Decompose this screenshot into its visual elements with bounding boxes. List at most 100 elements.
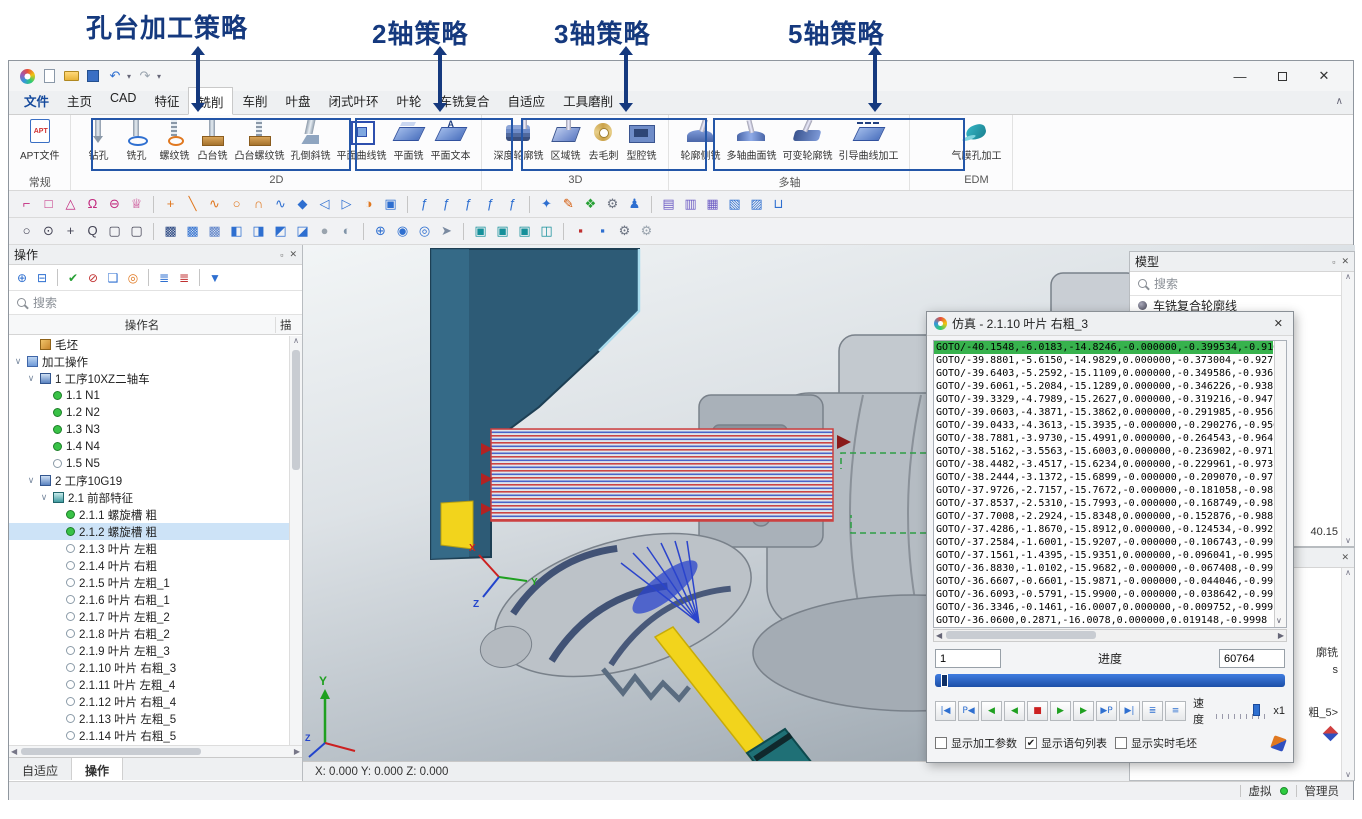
- panel-float-icon[interactable]: ▫: [1332, 257, 1335, 267]
- view-hidden-icon[interactable]: ▩: [205, 221, 224, 241]
- panel-tab-操作[interactable]: 操作: [72, 758, 123, 780]
- compare-mode-icon[interactable]: ≡: [1165, 701, 1186, 721]
- curve-icon[interactable]: ∿: [205, 194, 224, 214]
- gcode-line[interactable]: GOTO/-39.8801,-5.6150,-14.9829,0.000000,…: [934, 354, 1273, 367]
- slot-shape-icon[interactable]: ⊖: [105, 194, 124, 214]
- tab-文件[interactable]: 文件: [15, 87, 58, 114]
- sphere-view-icon[interactable]: ●: [315, 221, 334, 241]
- tree-item[interactable]: ∨1 工序10XZ二轴车: [9, 370, 302, 387]
- fly-view-icon[interactable]: ➤: [437, 221, 456, 241]
- list-clear-icon[interactable]: ≣: [175, 268, 193, 288]
- machine-box-icon-2[interactable]: ▣: [493, 221, 512, 241]
- ribbon-item-引导曲线加工[interactable]: 引导曲线加工: [835, 118, 901, 162]
- tree-item[interactable]: 2.1.7 叶片 左粗_2: [9, 608, 302, 625]
- zoom-icon[interactable]: Q: [83, 221, 102, 241]
- omega-shape-icon[interactable]: Ω: [83, 194, 102, 214]
- stamp-icon-3[interactable]: ▦: [703, 194, 722, 214]
- gcode-line[interactable]: GOTO/-37.2584,-1.6001,-15.9207,-0.000000…: [934, 536, 1273, 549]
- checkbox-显示语句列表[interactable]: ✔显示语句列表: [1025, 735, 1107, 751]
- expander-icon[interactable]: ∨: [39, 492, 49, 503]
- view-left-icon[interactable]: ◧: [227, 221, 246, 241]
- function-curve-icon-4[interactable]: ƒ: [481, 194, 500, 214]
- expander-icon[interactable]: ∨: [13, 356, 23, 367]
- function-curve-icon-1[interactable]: ƒ: [415, 194, 434, 214]
- machine-box-icon-3[interactable]: ▣: [515, 221, 534, 241]
- gcode-list[interactable]: GOTO/-40.1548,-6.0183,-14.8246,-0.000000…: [933, 340, 1287, 628]
- gcode-line[interactable]: GOTO/-38.5162,-3.5563,-15.6003,0.000000,…: [934, 445, 1273, 458]
- expander-icon[interactable]: ∨: [26, 373, 36, 384]
- half-sphere-view-icon[interactable]: ◐: [337, 221, 356, 241]
- ribbon-item-铣孔[interactable]: 铣孔: [117, 118, 155, 162]
- ribbon-item-APT文件[interactable]: APT文件: [17, 118, 62, 162]
- node-network-icon[interactable]: ♟: [625, 194, 644, 214]
- circle-icon[interactable]: ○: [227, 194, 246, 214]
- crown-shape-icon[interactable]: ♕: [127, 194, 146, 214]
- step-forward-button[interactable]: ▶: [1073, 701, 1094, 721]
- arc-icon[interactable]: ∩: [249, 194, 268, 214]
- redo-icon[interactable]: ↷: [135, 66, 155, 86]
- ribbon-item-型腔铣[interactable]: 型腔铣: [622, 118, 660, 162]
- region-icon[interactable]: ▣: [381, 194, 400, 214]
- process-vertical-scrollbar[interactable]: ∧∨: [1341, 568, 1354, 780]
- play-button[interactable]: ▶: [1050, 701, 1071, 721]
- tab-自适应[interactable]: 自适应: [499, 87, 555, 114]
- tab-叶轮[interactable]: 叶轮: [388, 87, 431, 114]
- tree-item[interactable]: 2.1.3 叶片 左粗: [9, 540, 302, 557]
- scroll-left-icon[interactable]: ◀: [936, 631, 942, 640]
- mirror-right-icon[interactable]: ▷: [337, 194, 356, 214]
- pattern-icon[interactable]: ❖: [581, 194, 600, 214]
- ribbon-item-气膜孔加工[interactable]: 气膜孔加工: [948, 118, 1004, 162]
- view-shaded-icon[interactable]: ▩: [161, 221, 180, 241]
- gcode-vertical-scrollbar[interactable]: ∨: [1274, 341, 1286, 627]
- checkbox-box[interactable]: [935, 737, 947, 749]
- panel-close-icon[interactable]: ✕: [289, 249, 297, 260]
- checkbox-显示实时毛坯[interactable]: 显示实时毛坯: [1115, 735, 1197, 751]
- spline-icon[interactable]: ∿: [271, 194, 290, 214]
- speed-slider[interactable]: [1216, 704, 1268, 719]
- zoom-fit-icon[interactable]: ▢: [127, 221, 146, 241]
- panel-tab-自适应[interactable]: 自适应: [9, 758, 72, 780]
- stock-red-icon[interactable]: ▪: [571, 221, 590, 241]
- scroll-right-icon[interactable]: ▶: [294, 747, 300, 756]
- ribbon-item-平面曲线铣[interactable]: 平面曲线铣: [333, 118, 389, 162]
- tree-item[interactable]: 2.1.6 叶片 右粗_1: [9, 591, 302, 608]
- comment-icon[interactable]: ❑: [104, 268, 122, 288]
- ribbon-item-钻孔[interactable]: 钻孔: [79, 118, 117, 162]
- scroll-left-icon[interactable]: ◀: [11, 747, 17, 756]
- tree-item[interactable]: 2.1.4 叶片 右粗: [9, 557, 302, 574]
- ribbon-collapse-icon[interactable]: ∧: [1336, 96, 1343, 107]
- ribbon-item-螺纹铣[interactable]: 螺纹铣: [155, 118, 193, 162]
- ribbon-item-凸台铣[interactable]: 凸台铣: [193, 118, 231, 162]
- minimize-button[interactable]: —: [1219, 69, 1261, 84]
- magic-select-icon[interactable]: ✦: [537, 194, 556, 214]
- expander-icon[interactable]: ∨: [26, 475, 36, 486]
- undo-dropdown-icon[interactable]: ▾: [127, 72, 135, 81]
- machine-config-icon[interactable]: ⚙: [637, 221, 656, 241]
- tree-item[interactable]: 1.3 N3: [9, 421, 302, 438]
- delete-operation-icon[interactable]: ⊟: [33, 268, 51, 288]
- model-search-input[interactable]: 搜索: [1130, 272, 1354, 296]
- model-vertical-scrollbar[interactable]: ∧∨: [1341, 272, 1354, 546]
- settings-icon[interactable]: ⚙: [603, 194, 622, 214]
- checkbox-box[interactable]: [1115, 737, 1127, 749]
- view-wireframe-icon[interactable]: ▩: [183, 221, 202, 241]
- panel-close-icon[interactable]: ✕: [1341, 552, 1349, 563]
- tree-item[interactable]: 2.1.13 叶片 左粗_5: [9, 710, 302, 727]
- tree-item[interactable]: 2.1.1 螺旋槽 粗: [9, 506, 302, 523]
- function-curve-icon-5[interactable]: ƒ: [503, 194, 522, 214]
- tab-主页[interactable]: 主页: [58, 87, 101, 114]
- view-right-icon[interactable]: ◨: [249, 221, 268, 241]
- origin-icon[interactable]: ⊕: [371, 221, 390, 241]
- gcode-line[interactable]: GOTO/-36.3346,-0.1461,-16.0007,0.000000,…: [934, 601, 1273, 614]
- mirror-left-icon[interactable]: ◁: [315, 194, 334, 214]
- tree-item[interactable]: 2.1.2 螺旋槽 粗: [9, 523, 302, 540]
- zoom-circle-icon[interactable]: ○: [17, 221, 36, 241]
- point-icon[interactable]: +: [161, 194, 180, 214]
- scroll-right-icon[interactable]: ▶: [1278, 631, 1284, 640]
- close-button[interactable]: ✕: [1303, 68, 1345, 84]
- machine-box-icon-1[interactable]: ▣: [471, 221, 490, 241]
- tree-item[interactable]: 毛坯: [9, 336, 302, 353]
- calculate-icon[interactable]: ✔: [64, 268, 82, 288]
- gcode-line[interactable]: GOTO/-39.0603,-4.3871,-15.3862,0.000000,…: [934, 406, 1273, 419]
- machine-box-icon-4[interactable]: ◫: [537, 221, 556, 241]
